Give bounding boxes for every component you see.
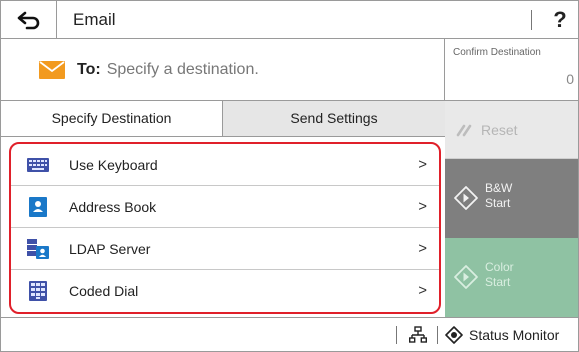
chevron-right-icon: > [418,198,427,215]
start-icon [454,186,478,210]
divider [531,10,532,30]
keyboard-icon [27,158,49,172]
action-panel: Reset B&W Start Color Start [445,101,578,317]
destination-count: 0 [566,71,574,87]
reset-icon [456,124,472,136]
list-item-label: Coded Dial [69,283,139,299]
status-monitor-button[interactable]: Status Monitor [445,318,559,352]
color-start-line2: Start [485,275,511,289]
list-item-use-keyboard[interactable]: Use Keyboard > [11,144,439,186]
back-arrow-icon [17,11,39,30]
tab-specify-destination[interactable]: Specify Destination [1,101,223,136]
ldap-server-icon [27,239,49,259]
color-start-line1: Color [485,260,514,274]
status-bar: Status Monitor [1,317,578,351]
confirm-destination-label: Confirm Destination [453,47,541,58]
divider [396,326,397,344]
reset-label: Reset [481,121,518,138]
status-monitor-label: Status Monitor [469,327,560,343]
chevron-right-icon: > [418,240,427,257]
list-item-label: Address Book [69,199,157,215]
chevron-right-icon: > [418,156,427,173]
destination-field[interactable]: To: Specify a destination. [1,39,445,101]
help-button[interactable]: ? [541,1,579,39]
back-button[interactable] [1,1,57,39]
title-bar: Email ? [1,1,578,39]
status-monitor-icon [445,326,463,344]
to-label: To: [77,60,101,78]
reset-button[interactable]: Reset [445,101,578,159]
chevron-right-icon: > [418,282,427,299]
confirm-destination-button[interactable]: Confirm Destination 0 [445,39,578,101]
destination-method-list: Use Keyboard > Address Book > LDAP Serve… [9,142,441,314]
coded-dial-icon [29,281,47,301]
divider [437,326,438,344]
color-start-button[interactable]: Color Start [445,238,578,317]
address-book-icon [29,197,47,217]
list-item-label: Use Keyboard [69,157,158,173]
tab-send-settings[interactable]: Send Settings [223,101,445,136]
bw-start-button[interactable]: B&W Start [445,159,578,238]
bw-start-line2: Start [485,196,511,210]
bw-start-line1: B&W [485,181,513,195]
network-icon[interactable] [409,326,427,344]
list-item-label: LDAP Server [69,241,151,257]
page-title: Email [73,10,116,29]
list-item-coded-dial[interactable]: Coded Dial > [11,270,439,312]
destination-placeholder: Specify a destination. [106,60,259,78]
email-screen: Email ? To: Specify a destination. Confi… [0,0,579,352]
list-item-address-book[interactable]: Address Book > [11,186,439,228]
start-icon [454,265,478,289]
mail-icon [39,60,65,79]
list-item-ldap-server[interactable]: LDAP Server > [11,228,439,270]
tab-bar: Specify Destination Send Settings [1,101,445,137]
